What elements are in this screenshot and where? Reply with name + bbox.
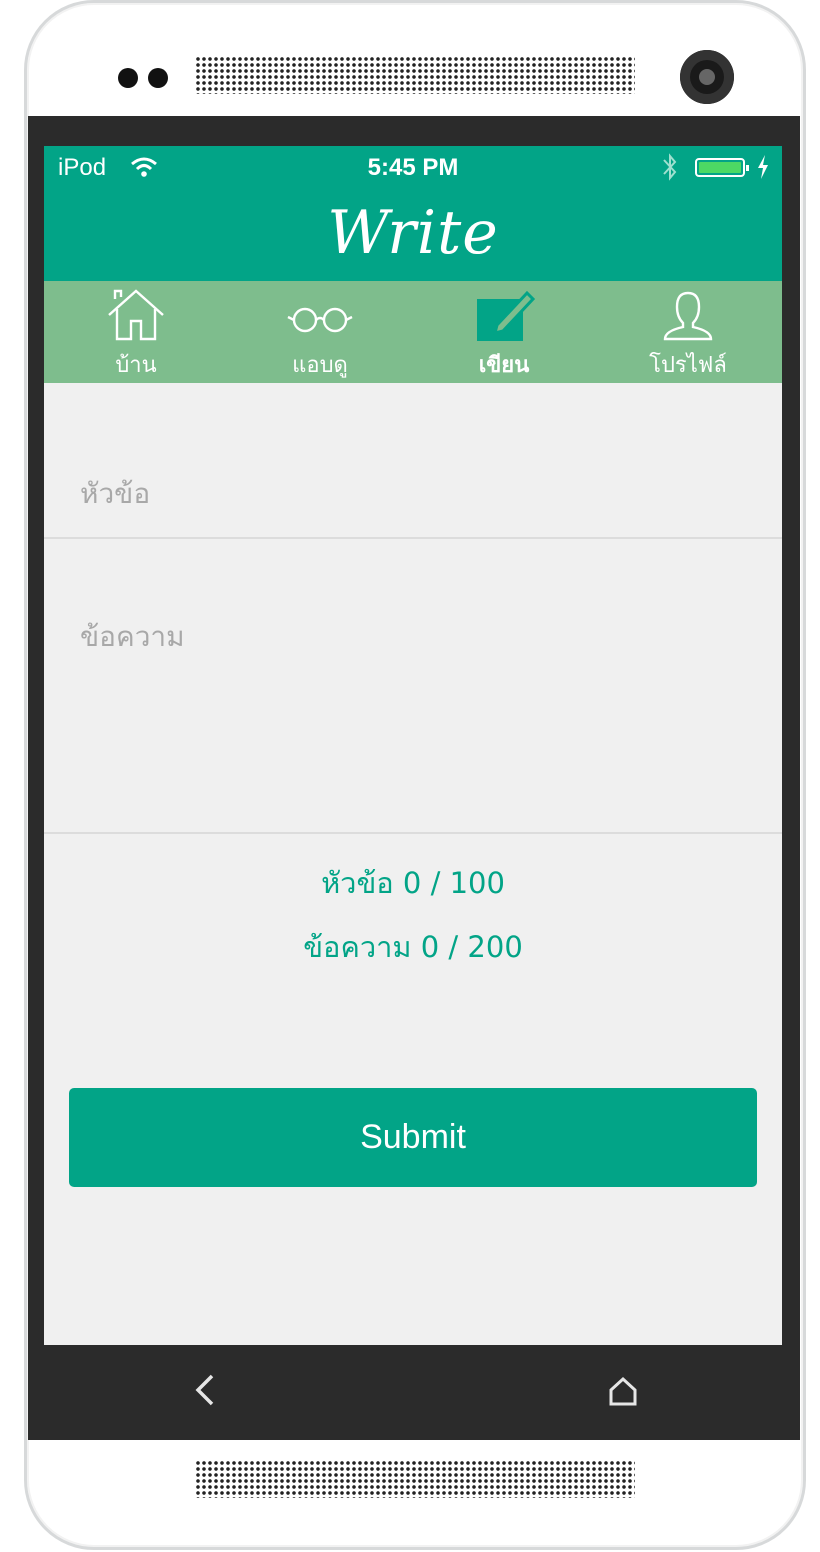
- tab-peek[interactable]: แอบดู: [228, 281, 412, 383]
- tab-bar: บ้าน แอบดู เขียน โปรไฟล์: [44, 281, 782, 383]
- charging-icon: [758, 155, 768, 179]
- profile-icon: [663, 291, 713, 341]
- glasses-icon: [287, 307, 353, 333]
- sensor-dot: [148, 68, 168, 88]
- tab-write[interactable]: เขียน: [412, 281, 596, 383]
- app-header: iPod 5:45 PM Write: [44, 146, 782, 281]
- title-input[interactable]: หัวข้อ: [44, 384, 782, 539]
- bluetooth-icon: [663, 153, 677, 181]
- tab-peek-label: แอบดู: [292, 353, 348, 378]
- speaker-grille-bottom: [195, 1460, 635, 1498]
- message-placeholder: ข้อความ: [80, 620, 185, 653]
- app-screen: iPod 5:45 PM Write บ้าน แอบดู เขียน โปรไ…: [44, 146, 782, 1345]
- message-counter: ข้อความ 0 / 200: [303, 930, 523, 964]
- tab-write-label: เขียน: [478, 353, 530, 378]
- tab-home-label: บ้าน: [115, 353, 157, 378]
- title-placeholder: หัวข้อ: [80, 477, 151, 510]
- title-counter: หัวข้อ 0 / 100: [321, 866, 505, 900]
- sensor-dot: [118, 68, 138, 88]
- tab-profile-label: โปรไฟล์: [649, 353, 727, 378]
- message-textarea[interactable]: ข้อความ: [44, 539, 782, 834]
- back-icon[interactable]: [190, 1370, 220, 1410]
- home-nav-icon[interactable]: [606, 1374, 640, 1408]
- speaker-grille-top: [195, 56, 635, 94]
- submit-button[interactable]: Submit: [69, 1088, 757, 1187]
- front-camera: [680, 50, 734, 104]
- page-title: Write: [327, 198, 499, 268]
- tab-home[interactable]: บ้าน: [44, 281, 228, 383]
- compose-icon: [477, 290, 536, 341]
- tab-profile[interactable]: โปรไฟล์: [596, 281, 780, 383]
- home-icon: [108, 289, 164, 341]
- battery-icon: [695, 158, 749, 177]
